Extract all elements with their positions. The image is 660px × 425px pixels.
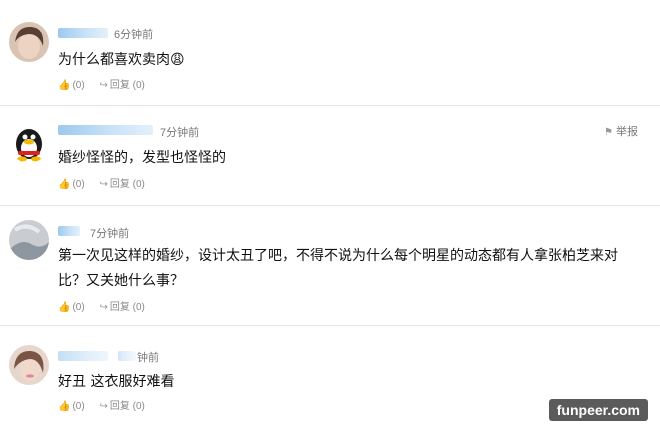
- username-blurred-part: [118, 351, 136, 361]
- thumbs-up-icon: 👍: [58, 179, 71, 190]
- avatar[interactable]: [9, 345, 49, 385]
- report-button[interactable]: ⚑ 举报: [604, 123, 638, 139]
- watermark: funpeer.com: [548, 399, 648, 421]
- reply-button[interactable]: ↪ 回复 (0): [99, 397, 144, 412]
- reply-label: 回复: [109, 80, 130, 91]
- flag-icon: ⚑: [604, 127, 613, 138]
- comment-actions: 👍 (0) ↪ 回复 (0): [58, 175, 157, 190]
- avatar[interactable]: [9, 123, 49, 163]
- username-blurred[interactable]: [58, 226, 80, 236]
- share-arrow-icon: ↪: [99, 302, 108, 313]
- like-count: (0): [72, 302, 85, 313]
- reply-count: (0): [132, 80, 145, 91]
- reply-count: (0): [132, 302, 145, 313]
- comment-item: 7分钟前 ⚑ 举报 婚纱怪怪的，发型也怪怪的 👍 (0) ↪ 回复 (0): [0, 105, 660, 206]
- username-blurred[interactable]: [58, 125, 153, 135]
- reply-button[interactable]: ↪ 回复 (0): [99, 298, 144, 313]
- reply-count: (0): [132, 179, 145, 190]
- comment-time: 钟前: [137, 352, 159, 364]
- reply-button[interactable]: ↪ 回复 (0): [99, 76, 144, 91]
- comment-actions: 👍 (0) ↪ 回复 (0): [58, 76, 157, 91]
- thumbs-up-icon: 👍: [58, 302, 71, 313]
- avatar[interactable]: [9, 220, 49, 260]
- comment-text: 为什么都喜欢卖肉😩: [58, 52, 185, 68]
- comment-text: 好丑 这衣服好难看: [58, 374, 175, 390]
- like-button[interactable]: 👍 (0): [58, 302, 85, 313]
- reply-label: 回复: [109, 401, 130, 412]
- comment-actions: 👍 (0) ↪ 回复 (0): [58, 397, 157, 412]
- username-blurred[interactable]: [58, 351, 108, 361]
- share-arrow-icon: ↪: [99, 401, 108, 412]
- comment-text-line2: 比？又关她什么事？: [58, 273, 184, 289]
- comment-text-line1: 第一次见这样的婚纱，设计太丑了吧，不得不说为什么每个明星的动态都有人拿张柏芝来对: [58, 248, 618, 264]
- like-button[interactable]: 👍 (0): [58, 80, 85, 91]
- reply-button[interactable]: ↪ 回复 (0): [99, 175, 144, 190]
- comment-actions: 👍 (0) ↪ 回复 (0): [58, 298, 157, 313]
- comment-item: 6分钟前 为什么都喜欢卖肉😩 👍 (0) ↪ 回复 (0): [0, 0, 660, 106]
- comment-item: 7分钟前 第一次见这样的婚纱，设计太丑了吧，不得不说为什么每个明星的动态都有人拿…: [0, 205, 660, 326]
- report-label: 举报: [616, 126, 638, 138]
- avatar[interactable]: [9, 22, 49, 62]
- like-count: (0): [72, 80, 85, 91]
- like-button[interactable]: 👍 (0): [58, 179, 85, 190]
- thumbs-up-icon: 👍: [58, 401, 71, 412]
- share-arrow-icon: ↪: [99, 80, 108, 91]
- comment-time: 7分钟前: [90, 228, 130, 240]
- like-button[interactable]: 👍 (0): [58, 401, 85, 412]
- comment-time: 6分钟前: [114, 29, 154, 41]
- username-blurred[interactable]: [58, 28, 108, 38]
- reply-label: 回复: [109, 302, 130, 313]
- thumbs-up-icon: 👍: [58, 80, 71, 91]
- comment-text: 婚纱怪怪的，发型也怪怪的: [58, 150, 226, 166]
- share-arrow-icon: ↪: [99, 179, 108, 190]
- like-count: (0): [72, 179, 85, 190]
- like-count: (0): [72, 401, 85, 412]
- reply-label: 回复: [109, 179, 130, 190]
- reply-count: (0): [132, 401, 145, 412]
- comment-time: 7分钟前: [160, 127, 200, 139]
